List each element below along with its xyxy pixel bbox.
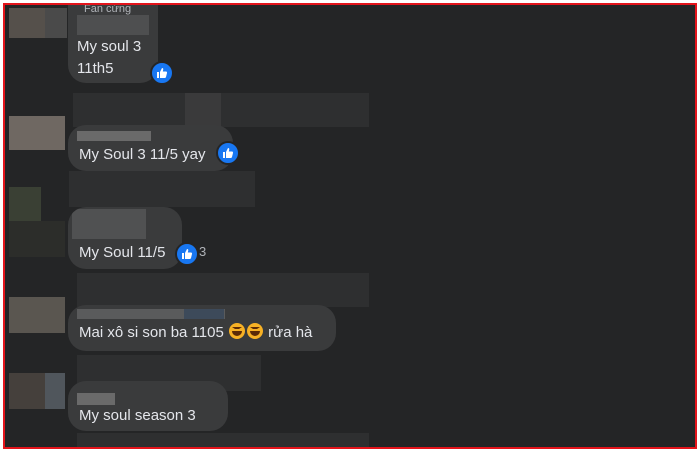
avatar[interactable] bbox=[9, 8, 45, 38]
thumbs-up-icon bbox=[157, 68, 168, 78]
thumbs-up-icon bbox=[223, 148, 234, 158]
blurred-avatar-fragment bbox=[9, 221, 65, 257]
laughing-emoji-icon bbox=[228, 323, 245, 339]
comment-text-line: My soul 3 bbox=[77, 38, 142, 55]
comment-text: My soul 3 11th5 bbox=[77, 37, 141, 79]
laughing-emoji-icon bbox=[246, 323, 263, 339]
like-reaction-icon[interactable] bbox=[175, 242, 199, 266]
comment-bubble: My Soul 11/5 bbox=[68, 207, 182, 269]
blurred-author-name bbox=[184, 309, 224, 319]
fan-badge-label: Fan cứng bbox=[84, 5, 132, 15]
blurred-avatar-fragment bbox=[45, 373, 65, 409]
comment-text-segment: rửa hà bbox=[268, 324, 313, 341]
reaction-count[interactable]: 3 bbox=[199, 243, 206, 261]
blurred-author-name[interactable] bbox=[77, 15, 149, 35]
comment-text: My Soul 3 11/5 yay bbox=[79, 146, 206, 163]
avatar[interactable] bbox=[9, 373, 45, 409]
avatar[interactable] bbox=[9, 297, 65, 333]
blurred-preview bbox=[77, 273, 369, 307]
comment-bubble: Fan cứng My soul 3 11th5 bbox=[68, 5, 158, 83]
comment-text: My soul season 3 bbox=[79, 407, 196, 424]
blurred-preview bbox=[69, 171, 255, 207]
thumbs-up-icon bbox=[182, 249, 193, 259]
comment-text: Mai xô si son ba 1105 rửa hà bbox=[79, 323, 312, 343]
comment-thread-panel: Fan cứng My soul 3 11th5 My Soul 3 11/5 … bbox=[3, 3, 697, 449]
comment-text-line: 11th5 bbox=[77, 60, 114, 77]
like-reaction-icon[interactable] bbox=[150, 61, 174, 85]
blurred-preview bbox=[185, 93, 221, 127]
blurred-author-name[interactable] bbox=[77, 131, 151, 141]
blurred-preview bbox=[73, 93, 369, 127]
comment-text: My Soul 11/5 bbox=[79, 244, 166, 261]
blurred-avatar-fragment bbox=[45, 8, 67, 38]
comment-bubble: Mai xô si son ba 1105 rửa hà bbox=[68, 305, 336, 351]
blurred-author-name[interactable] bbox=[72, 209, 146, 239]
comment-bubble: My Soul 3 11/5 yay bbox=[68, 125, 233, 171]
blurred-author-name[interactable] bbox=[77, 393, 115, 405]
comment-bubble: My soul season 3 bbox=[68, 381, 228, 431]
like-reaction-icon[interactable] bbox=[216, 141, 240, 165]
blurred-preview bbox=[77, 433, 369, 447]
comment-text-segment: Mai xô si son ba 1105 bbox=[79, 324, 224, 341]
avatar[interactable] bbox=[9, 116, 65, 150]
avatar[interactable] bbox=[9, 187, 41, 221]
